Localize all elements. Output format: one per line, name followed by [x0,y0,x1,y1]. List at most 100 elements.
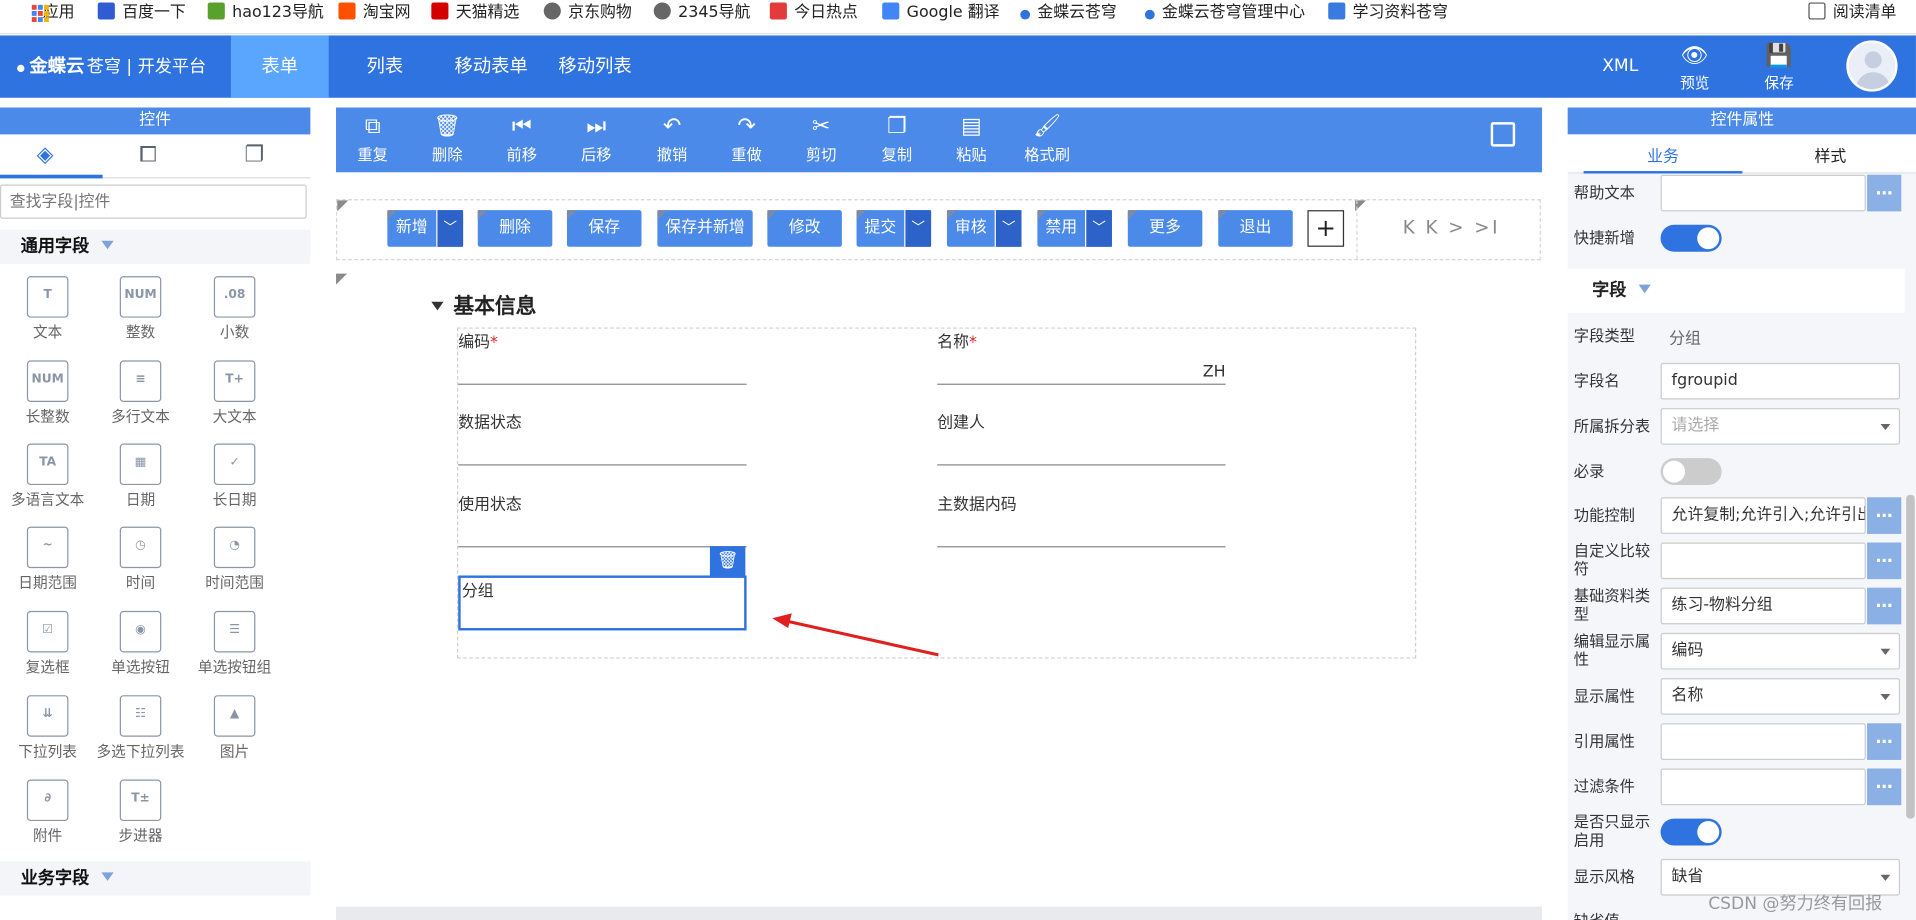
bookmark-taobao[interactable]: 淘宝网 [338,0,411,34]
control-item[interactable]: ⇊ 下拉列表 [0,695,95,761]
bookmark-kingdee-admin[interactable]: 金蝶云苍穹管理中心 [1144,0,1305,34]
toolbar-button[interactable]: 🖌 格式刷 [1017,112,1078,165]
chevron-down-icon[interactable]: ﹀ [436,210,464,247]
chevron-down-icon[interactable]: ﹀ [1085,210,1112,247]
show-enabled-toggle[interactable] [1660,818,1722,846]
bookmark-jd[interactable]: 京东购物 [543,0,632,34]
group-field[interactable]: 字段 [1567,268,1905,313]
control-item[interactable]: NUM 长整数 [0,360,95,426]
xml-button[interactable]: XML [1596,56,1645,76]
form-button[interactable]: 提交 ﹀ [856,210,932,247]
bookmark-kingdee[interactable]: 金蝶云苍穹 [1020,0,1117,34]
fullscreen-icon[interactable] [1490,122,1516,147]
control-item[interactable]: ◔ 时间范围 [187,526,282,593]
field-name[interactable]: 名称* ZH [937,329,1226,385]
toolbar-button[interactable]: ❐ 复制 [866,112,927,165]
field-code[interactable]: 编码* [458,329,747,385]
ellipsis-button[interactable]: … [1867,174,1902,212]
bookmark-baidu[interactable]: 百度一下 [97,0,186,34]
pager-icons[interactable]: K K > >I [1403,216,1500,238]
copy-icon[interactable]: ❐ [244,142,264,168]
control-item[interactable]: ☷ 多选下拉列表 [93,695,188,761]
bookmark-apps[interactable]: 应用 [16,0,75,34]
bookmark-tmall[interactable]: 天猫精选 [431,0,519,34]
control-item[interactable]: ~ 日期范围 [0,526,95,593]
control-item[interactable]: ∂ 附件 [0,779,95,846]
save-button[interactable]: 💾 保存 [1758,35,1800,92]
avatar[interactable] [1846,40,1898,92]
tab-mobile-list[interactable]: 移动列表 [549,35,642,97]
field-master-id[interactable]: 主数据内码 [937,491,1226,548]
control-item[interactable]: NUM 整数 [93,276,188,342]
bookmark-google-translate[interactable]: Google 翻译 [882,0,999,34]
toolbar-button[interactable]: ⏮ 前移 [491,112,552,165]
split-table-select[interactable]: 请选择 [1660,408,1901,445]
func-control-input[interactable]: 允许复制;允许引入;允许引出 [1660,497,1866,534]
ellipsis-button[interactable]: … [1867,497,1902,534]
form-button[interactable]: 更多 [1127,210,1203,247]
field-data-status[interactable]: 数据状态 [458,409,747,466]
ellipsis-button[interactable]: … [1867,723,1902,760]
form-button[interactable]: 新增 ﹀ [387,210,464,247]
form-button[interactable]: 删除 [477,210,553,247]
quick-add-toggle[interactable] [1660,224,1722,252]
control-item[interactable]: ◷ 时间 [93,526,188,593]
field-group-selected[interactable]: 分组 [458,575,747,631]
custom-compare-input[interactable] [1660,542,1866,580]
required-toggle[interactable] [1660,458,1722,486]
base-type-input[interactable]: 练习-物料分组 [1660,587,1866,625]
bookmark-toutiao[interactable]: 今日热点 [769,0,858,34]
ellipsis-button[interactable]: … [1867,542,1902,580]
toolbar-button[interactable]: ⏭ 后移 [566,112,627,165]
help-text-input[interactable] [1660,174,1866,212]
control-item[interactable]: T 文本 [0,276,95,342]
form-button[interactable]: 审核 ﹀ [946,210,1022,247]
filter-input[interactable] [1660,768,1866,806]
control-item[interactable]: ▲ 图片 [187,695,282,761]
tab-mobile-form[interactable]: 移动表单 [442,35,540,97]
tab-business[interactable]: 业务 [1584,143,1743,166]
toolbar-button[interactable]: ↶ 撤销 [641,112,702,165]
control-item[interactable]: TA 多语言文本 [0,443,95,510]
bookmark-study[interactable]: 学习资料苍穹 [1328,0,1448,34]
control-item[interactable]: .08 小数 [187,276,282,342]
form-button[interactable]: 退出 [1218,210,1293,247]
tab-form[interactable]: 表单 [230,35,329,98]
group-business-fields[interactable]: 业务字段 [0,861,311,896]
section-title[interactable]: 基本信息 [431,288,536,319]
field-creator[interactable]: 创建人 [937,409,1226,466]
control-item[interactable]: ☰ 单选按钮组 [187,610,282,677]
toolbar-button[interactable]: ▤ 粘贴 [941,112,1002,165]
control-item[interactable]: T+ 大文本 [187,360,282,426]
form-button[interactable]: 保存并新增 [657,210,753,247]
form-button[interactable]: 禁用 ﹀ [1037,210,1112,247]
bookmark-2345[interactable]: 2345导航 [653,0,750,34]
control-item[interactable]: ☑ 复选框 [0,610,95,677]
search-input[interactable] [0,184,307,219]
preview-button[interactable]: 👁 预览 [1674,35,1716,92]
layers-icon[interactable]: ◈ [37,142,54,168]
control-item[interactable]: ▦ 日期 [93,443,188,510]
toolbar-button[interactable]: ⧉ 重复 [342,112,403,165]
control-item[interactable]: ≡ 多行文本 [93,360,188,426]
field-use-status[interactable]: 使用状态 [458,491,747,548]
ellipsis-button[interactable]: … [1867,587,1902,625]
bookmark-hao123[interactable]: hao123导航 [207,0,324,34]
tab-list[interactable]: 列表 [348,35,421,97]
toolbar-button[interactable]: ↷ 重做 [716,112,777,165]
add-button-plus[interactable]: + [1307,210,1345,247]
form-button[interactable]: 保存 [566,210,642,247]
ref-prop-input[interactable] [1660,723,1866,760]
chevron-down-icon[interactable]: ﹀ [994,210,1022,247]
scrollbar[interactable] [1906,494,1915,819]
toolbar-button[interactable]: 🗑 删除 [417,112,478,165]
chevron-down-icon[interactable]: ﹀ [904,210,932,247]
control-item[interactable]: T± 步进器 [93,779,188,846]
control-item[interactable]: ✓ 长日期 [187,443,282,510]
edit-display-select[interactable]: 编码 [1660,632,1901,670]
delete-field-button[interactable]: 🗑 [709,546,746,577]
field-name-input[interactable]: fgroupid [1660,362,1901,400]
reading-list[interactable]: 阅读清单 [1808,0,1896,34]
tab-style[interactable]: 样式 [1751,143,1910,166]
group-common-fields[interactable]: 通用字段 [0,229,311,264]
